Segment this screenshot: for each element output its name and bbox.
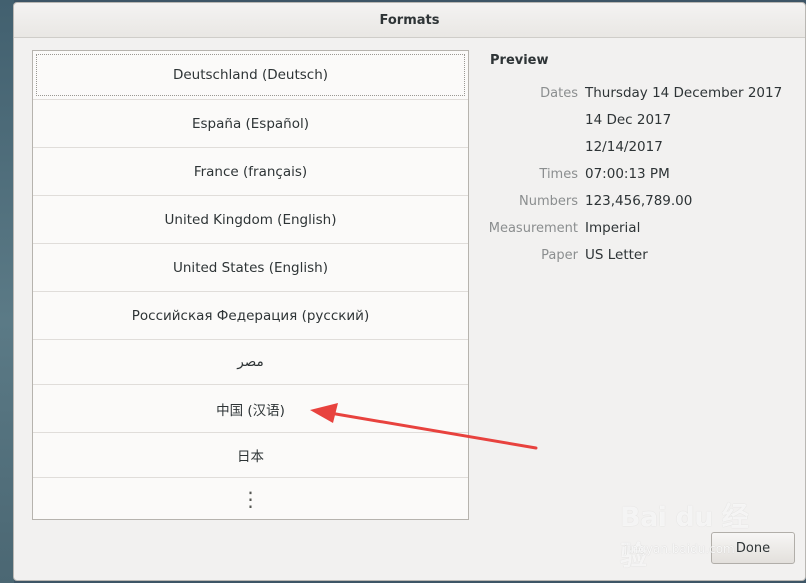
format-row-united-kingdom[interactable]: United Kingdom (English) xyxy=(33,196,468,244)
date-short-value: 12/14/2017 xyxy=(585,139,663,155)
format-label: España (Español) xyxy=(191,115,310,132)
more-vertical-icon: ⋮ xyxy=(240,486,261,511)
dates-label: Dates xyxy=(540,86,578,101)
format-row-france[interactable]: France (français) xyxy=(33,148,468,196)
times-value: 07:00:13 PM xyxy=(585,166,670,182)
desktop-background xyxy=(0,0,14,583)
date-medium-value: 14 Dec 2017 xyxy=(585,112,672,128)
paper-value: US Letter xyxy=(585,247,648,263)
formats-list: Deutschland (Deutsch) España (Español) F… xyxy=(32,50,469,520)
format-label: Российская Федерация (русский) xyxy=(131,307,370,324)
times-label: Times xyxy=(539,167,578,182)
format-label: France (français) xyxy=(193,163,308,180)
format-label: United States (English) xyxy=(173,259,328,276)
measurement-value: Imperial xyxy=(585,220,641,236)
format-row-united-states[interactable]: United States (English) xyxy=(33,244,468,292)
dialog-title: Formats xyxy=(379,13,440,28)
formats-dialog: Formats Deutschland (Deutsch) España (Es… xyxy=(13,2,806,581)
format-label: مصر xyxy=(237,354,264,370)
more-formats-button[interactable]: ⋮ xyxy=(33,478,468,519)
format-row-japan[interactable]: 日本 xyxy=(33,433,468,478)
focus-outline xyxy=(36,54,465,96)
format-row-espana[interactable]: España (Español) xyxy=(33,100,468,148)
format-label: 日本 xyxy=(237,449,264,465)
date-long-value: Thursday 14 December 2017 xyxy=(585,85,783,101)
format-row-russia[interactable]: Российская Федерация (русский) xyxy=(33,292,468,340)
numbers-value: 123,456,789.00 xyxy=(585,193,693,209)
format-label: United Kingdom (English) xyxy=(164,211,337,228)
measurement-label: Measurement xyxy=(488,221,578,236)
format-row-deutschland[interactable]: Deutschland (Deutsch) xyxy=(33,51,468,100)
format-row-china[interactable]: 中国 (汉语) xyxy=(33,385,468,433)
numbers-label: Numbers xyxy=(519,194,578,209)
done-button[interactable]: Done xyxy=(711,532,795,564)
preview-heading: Preview xyxy=(490,53,549,68)
format-row-egypt[interactable]: مصر xyxy=(33,340,468,385)
format-label: 中国 (汉语) xyxy=(216,402,285,419)
dialog-titlebar: Formats xyxy=(14,3,805,38)
paper-label: Paper xyxy=(541,248,578,263)
